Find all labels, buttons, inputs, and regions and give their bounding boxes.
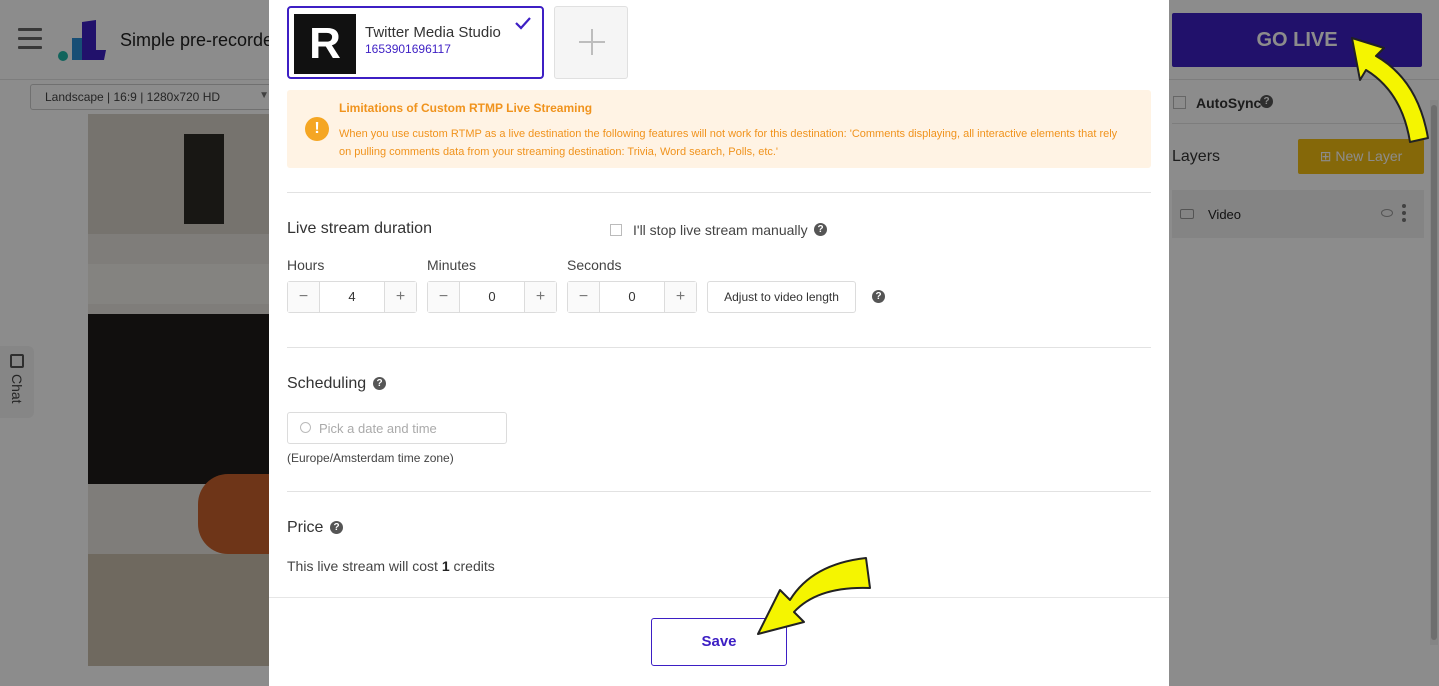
go-live-modal: R Twitter Media Studio 1653901696117 ! L… — [269, 0, 1169, 686]
warning-text: When you use custom RTMP as a live desti… — [339, 128, 1118, 158]
help-icon[interactable]: ? — [872, 290, 885, 303]
seconds-label: Seconds — [567, 257, 622, 273]
increment-button[interactable]: + — [664, 282, 696, 312]
destination-id: 1653901696117 — [365, 42, 451, 56]
seconds-stepper: − 0 + — [567, 281, 697, 313]
schedule-datetime-input[interactable]: Pick a date and time — [287, 412, 507, 444]
divider — [287, 491, 1151, 492]
stop-manually-checkbox[interactable] — [610, 224, 622, 236]
minutes-stepper: − 0 + — [427, 281, 557, 313]
hours-value[interactable]: 4 — [320, 282, 384, 312]
increment-button[interactable]: + — [384, 282, 416, 312]
rtmp-limitations-warning: ! Limitations of Custom RTMP Live Stream… — [287, 90, 1151, 168]
annotation-arrow-icon — [1351, 37, 1429, 143]
decrement-button[interactable]: − — [428, 282, 460, 312]
minutes-label: Minutes — [427, 257, 477, 273]
destination-logo: R — [294, 14, 356, 74]
decrement-button[interactable]: − — [288, 282, 320, 312]
price-title: Price — [287, 519, 324, 536]
price-text-suffix: credits — [449, 558, 495, 574]
hours-stepper: − 4 + — [287, 281, 417, 313]
help-icon[interactable]: ? — [814, 223, 827, 236]
help-icon[interactable]: ? — [330, 521, 343, 534]
timezone-label: (Europe/Amsterdam time zone) — [287, 451, 454, 465]
destination-card-selected[interactable]: R Twitter Media Studio 1653901696117 — [287, 6, 544, 79]
add-destination-button[interactable] — [554, 6, 628, 79]
increment-button[interactable]: + — [524, 282, 556, 312]
price-text-prefix: This live stream will cost — [287, 558, 442, 574]
annotation-arrow-icon — [757, 557, 871, 635]
destination-name: Twitter Media Studio — [365, 24, 501, 41]
scheduling-title: Scheduling — [287, 375, 367, 392]
divider — [287, 347, 1151, 348]
price-text: This live stream will cost 1 credits — [287, 558, 495, 574]
datetime-placeholder: Pick a date and time — [319, 421, 437, 436]
checkmark-icon — [515, 17, 531, 30]
adjust-to-video-length-button[interactable]: Adjust to video length — [707, 281, 856, 313]
duration-title: Live stream duration — [287, 220, 432, 237]
divider — [269, 597, 1169, 598]
decrement-button[interactable]: − — [568, 282, 600, 312]
help-icon[interactable]: ? — [373, 377, 386, 390]
minutes-value[interactable]: 0 — [460, 282, 524, 312]
seconds-value[interactable]: 0 — [600, 282, 664, 312]
hours-label: Hours — [287, 257, 325, 273]
plus-icon — [579, 29, 605, 55]
price-credits: 1 — [441, 558, 450, 574]
stop-manually-label: I'll stop live stream manually — [633, 222, 808, 238]
warning-title: Limitations of Custom RTMP Live Streamin… — [339, 101, 593, 115]
warning-icon: ! — [305, 117, 329, 141]
clock-icon — [300, 422, 311, 433]
divider — [287, 192, 1151, 193]
